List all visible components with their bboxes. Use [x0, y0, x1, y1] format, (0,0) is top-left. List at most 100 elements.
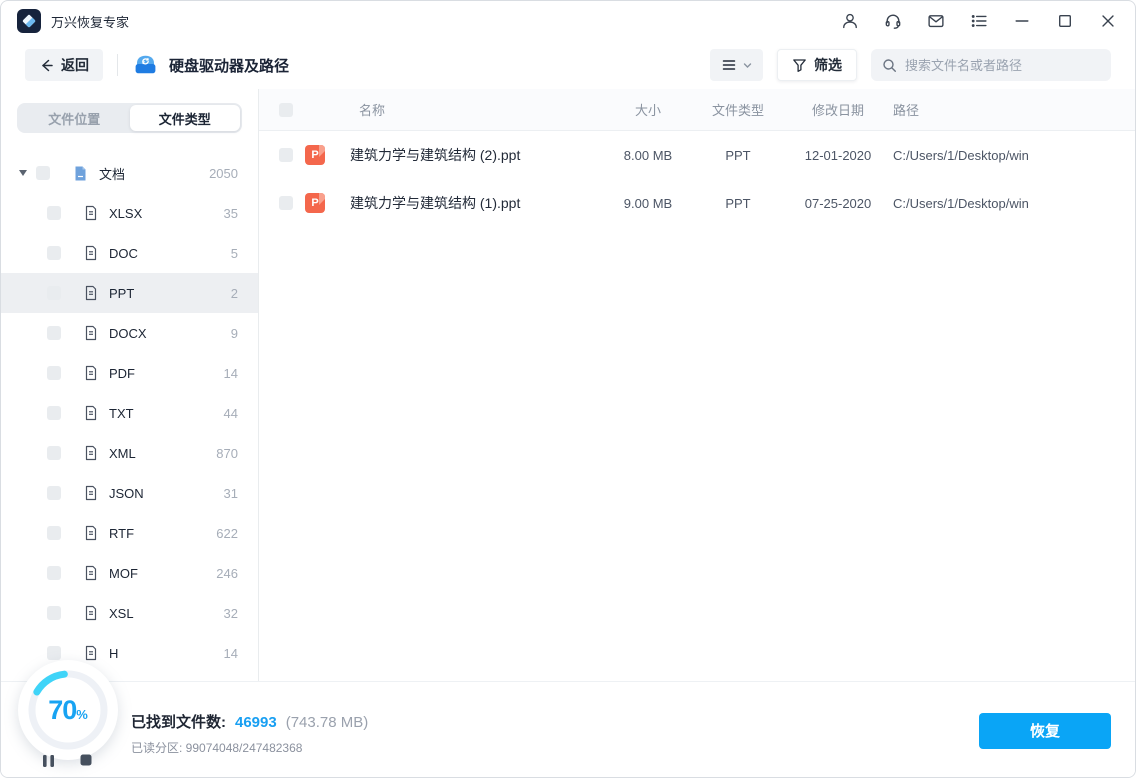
stop-button[interactable]	[80, 754, 92, 768]
sidebar-item-rtf[interactable]: RTF 622	[1, 513, 258, 553]
page-title: 硬盘驱动器及路径	[169, 57, 290, 75]
recover-button[interactable]: 恢复	[979, 712, 1111, 749]
pause-icon	[43, 755, 54, 767]
minimize-icon[interactable]	[1013, 12, 1031, 30]
checkbox[interactable]	[47, 446, 61, 460]
task-list-icon[interactable]	[970, 12, 988, 30]
caret-down-icon[interactable]	[19, 170, 27, 176]
scan-controls	[42, 754, 92, 768]
checkbox[interactable]	[47, 566, 61, 580]
header-path: 路径	[893, 103, 920, 118]
checkbox[interactable]	[47, 526, 61, 540]
sidebar-item-xml[interactable]: XML 870	[1, 433, 258, 473]
document-icon	[75, 166, 86, 180]
checkbox[interactable]	[47, 246, 61, 260]
file-name: 建筑力学与建筑结构 (1).ppt	[350, 195, 521, 211]
tree-item-count: 2050	[209, 165, 238, 181]
file-outline-icon	[85, 405, 97, 421]
checkbox[interactable]	[47, 206, 61, 220]
checkbox[interactable]	[47, 486, 61, 500]
file-date: 07-25-2020	[804, 195, 872, 211]
file-outline-icon	[85, 525, 97, 541]
checkbox[interactable]	[47, 606, 61, 620]
back-button[interactable]: 返回	[25, 49, 103, 81]
statusbar: 70 % 已找到文件数: 46993 (743.78 MB) 已读分区: 990…	[1, 660, 1135, 777]
sidebar-item-mof[interactable]: MOF 246	[1, 553, 258, 593]
tab-file-type[interactable]: 文件类型	[129, 105, 240, 131]
found-files-count: 46993	[235, 714, 277, 731]
app-window: 万兴恢复专家 返回 硬盘驱动器及路径 筛选 搜索文件名或者路径 文件位置 文件类…	[0, 0, 1136, 778]
checkbox[interactable]	[36, 166, 50, 180]
scan-progress-ring: 70 %	[18, 660, 118, 760]
checkbox[interactable]	[47, 366, 61, 380]
checkbox[interactable]	[47, 326, 61, 340]
sidebar-item-pdf[interactable]: PDF 14	[1, 353, 258, 393]
filter-label: 筛选	[814, 57, 842, 73]
sidebar-item-xlsx[interactable]: XLSX 35	[1, 193, 258, 233]
header-type: 文件类型	[711, 103, 764, 118]
file-type: PPT	[725, 147, 751, 163]
file-outline-icon	[85, 245, 97, 261]
breadcrumb: 硬盘驱动器及路径	[132, 52, 289, 79]
checkbox[interactable]	[47, 286, 61, 300]
mail-icon[interactable]	[927, 12, 945, 30]
search-box	[871, 49, 1111, 81]
toolbar-separator	[117, 54, 118, 76]
filter-button[interactable]: 筛选	[777, 49, 857, 81]
partition-progress: 已读分区: 99074048/247482368	[131, 741, 303, 755]
back-arrow-icon	[42, 59, 53, 71]
checkbox[interactable]	[279, 196, 293, 210]
found-files-label: 已找到文件数:	[131, 714, 226, 731]
ppt-file-icon: P	[305, 193, 325, 213]
search-input[interactable]	[905, 57, 1100, 73]
app-title: 万兴恢复专家	[51, 14, 130, 30]
toolbar: 返回 硬盘驱动器及路径 筛选 搜索文件名或者路径	[1, 41, 1135, 89]
header-date: 修改日期	[811, 103, 864, 118]
checkbox[interactable]	[279, 148, 293, 162]
tree-item-documents[interactable]: 文档 2050	[1, 153, 258, 193]
sidebar-item-ppt[interactable]: PPT 2	[1, 273, 258, 313]
file-type: PPT	[725, 195, 751, 211]
file-outline-icon	[85, 365, 97, 381]
file-outline-icon	[85, 485, 97, 501]
file-outline-icon	[85, 645, 97, 661]
user-icon[interactable]	[841, 12, 859, 30]
file-outline-icon	[85, 285, 97, 301]
file-outline-icon	[85, 565, 97, 581]
drive-icon	[135, 55, 156, 73]
back-label: 返回	[61, 57, 89, 73]
sidebar: 文件位置 文件类型 文档 2050 XLSX 35 DOC 5 PPT 2 DO…	[1, 89, 259, 681]
checkbox[interactable]	[47, 406, 61, 420]
sidebar-item-docx[interactable]: DOCX 9	[1, 313, 258, 353]
titlebar: 万兴恢复专家	[1, 1, 1135, 41]
scan-status: 已找到文件数: 46993 (743.78 MB) 已读分区: 99074048…	[131, 705, 368, 756]
sidebar-item-json[interactable]: JSON 31	[1, 473, 258, 513]
table-row[interactable]: P 建筑力学与建筑结构 (2).ppt 8.00 MB PPT 12-01-20…	[259, 131, 1135, 179]
chevron-down-icon	[743, 62, 752, 68]
file-date: 12-01-2020	[804, 147, 872, 163]
sidebar-tabs: 文件位置 文件类型	[17, 103, 242, 133]
pause-button[interactable]	[42, 754, 55, 768]
table-row[interactable]: P 建筑力学与建筑结构 (1).ppt 9.00 MB PPT 07-25-20…	[259, 179, 1135, 227]
view-menu-icon	[722, 60, 736, 70]
checkbox[interactable]	[47, 646, 61, 660]
tab-file-location[interactable]: 文件位置	[19, 105, 130, 131]
file-size: 9.00 MB	[623, 195, 673, 211]
view-mode-button[interactable]	[710, 49, 763, 81]
headset-icon[interactable]	[884, 12, 902, 30]
file-path: C:/Users/1/Desktop/win	[893, 147, 1029, 163]
maximize-icon[interactable]	[1056, 12, 1074, 30]
percent-sign: %	[76, 707, 88, 722]
app-logo-icon	[17, 9, 41, 33]
sidebar-item-txt[interactable]: TXT 44	[1, 393, 258, 433]
file-name: 建筑力学与建筑结构 (2).ppt	[350, 147, 521, 163]
select-all-checkbox[interactable]	[279, 102, 293, 117]
file-outline-icon	[85, 205, 97, 221]
sidebar-item-xsl[interactable]: XSL 32	[1, 593, 258, 633]
header-name: 名称	[359, 103, 386, 118]
search-icon	[883, 58, 897, 72]
file-list: 名称 大小 文件类型 修改日期 路径 P 建筑力学与建筑结构 (2).ppt 8…	[259, 89, 1135, 681]
sidebar-item-doc[interactable]: DOC 5	[1, 233, 258, 273]
close-icon[interactable]	[1099, 12, 1117, 30]
found-files-size: (743.78 MB)	[285, 714, 369, 731]
